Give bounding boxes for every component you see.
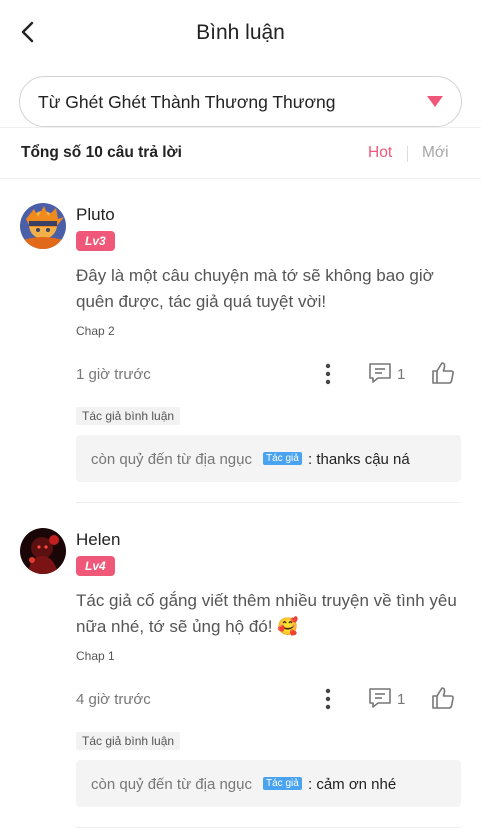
level-badge: Lv4 bbox=[76, 556, 115, 576]
page-title: Bình luận bbox=[196, 21, 285, 44]
author-badge: Tác giả bbox=[263, 452, 302, 465]
author-badge: Tác giả bbox=[263, 777, 302, 790]
thumbs-up-icon bbox=[432, 362, 454, 384]
comment-icon bbox=[369, 688, 391, 708]
story-selector-value: Từ Ghét Ghét Thành Thương Thương bbox=[38, 92, 336, 112]
thumbs-up-icon bbox=[432, 687, 454, 709]
comment-item: Helen Lv4 Tác giả cố gắng viết thêm nhiề… bbox=[0, 504, 481, 829]
like-button[interactable] bbox=[430, 360, 456, 386]
reply-text: : cảm ơn nhé bbox=[308, 776, 397, 793]
timestamp: 4 giờ trước bbox=[76, 691, 151, 708]
reply-count: 1 bbox=[397, 691, 406, 708]
reply-author-name: còn quỷ đến từ địa ngục bbox=[91, 451, 252, 468]
sort-new-tab[interactable]: Mới bbox=[422, 144, 449, 162]
reply-author-name: còn quỷ đến từ địa ngục bbox=[91, 776, 252, 793]
reply-button[interactable] bbox=[366, 361, 394, 385]
author-reply[interactable]: còn quỷ đến từ địa ngục Tác giả : cảm ơn… bbox=[76, 760, 461, 807]
reply-text: : thanks cậu ná bbox=[308, 451, 410, 468]
author-reply[interactable]: còn quỷ đến từ địa ngục Tác giả : thanks… bbox=[76, 435, 461, 482]
author-commented-tag: Tác giả bình luận bbox=[76, 732, 181, 750]
avatar[interactable] bbox=[20, 203, 66, 249]
caret-down-icon bbox=[427, 96, 443, 107]
like-button[interactable] bbox=[430, 685, 456, 711]
reply-button[interactable] bbox=[366, 686, 394, 710]
comment-item: Pluto Lv3 Đây là một câu chuyện mà tớ sẽ… bbox=[0, 179, 481, 504]
more-options-button[interactable] bbox=[320, 688, 336, 710]
total-replies-label: Tổng số 10 câu trả lời bbox=[21, 144, 182, 161]
comment-icon bbox=[369, 363, 391, 383]
username[interactable]: Pluto bbox=[76, 205, 115, 225]
username[interactable]: Helen bbox=[76, 530, 120, 550]
chapter-label: Chap 1 bbox=[76, 649, 115, 663]
chapter-label: Chap 2 bbox=[76, 324, 115, 338]
level-badge: Lv3 bbox=[76, 231, 115, 251]
more-options-button[interactable] bbox=[320, 363, 336, 385]
comment-text: Tác giả cố gắng viết thêm nhiều truyện v… bbox=[76, 591, 457, 636]
avatar[interactable] bbox=[20, 528, 66, 574]
author-commented-tag: Tác giả bình luận bbox=[76, 407, 181, 425]
more-vertical-icon bbox=[325, 363, 331, 385]
story-selector-dropdown[interactable]: Từ Ghét Ghét Thành Thương Thương bbox=[19, 76, 462, 127]
timestamp: 1 giờ trước bbox=[76, 366, 151, 383]
header: Bình luận bbox=[0, 0, 481, 68]
sort-hot-tab[interactable]: Hot bbox=[368, 144, 392, 162]
comment-text: Đây là một câu chuyện mà tớ sẽ không bao… bbox=[76, 266, 434, 311]
divider bbox=[76, 827, 461, 828]
reply-count: 1 bbox=[397, 366, 406, 383]
sort-separator bbox=[407, 146, 408, 162]
divider bbox=[76, 502, 461, 503]
divider bbox=[0, 127, 481, 128]
more-vertical-icon bbox=[325, 688, 331, 710]
